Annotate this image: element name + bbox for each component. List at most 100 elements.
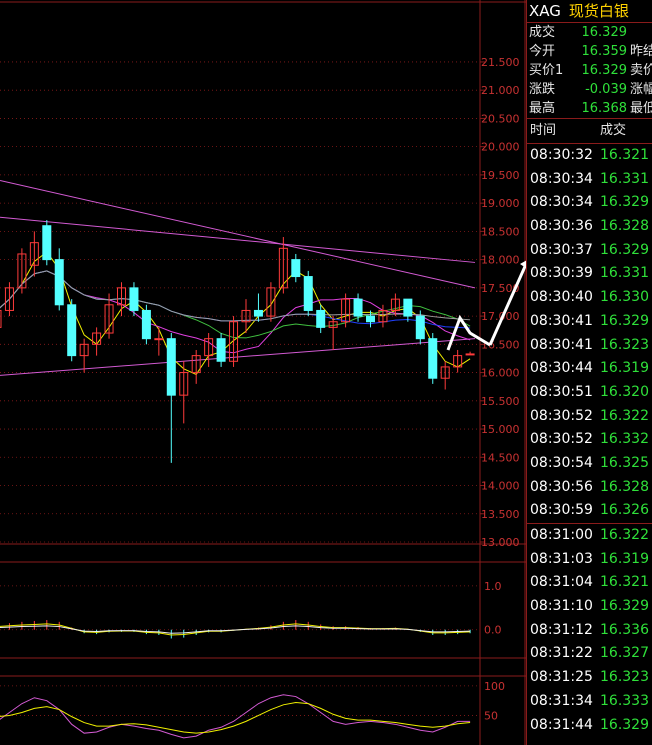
price-tick-label: 20.000 [481,141,520,154]
quote-label-2: 卖价 [630,63,652,78]
tick-time: 08:30:44 [530,360,593,377]
tick-row: 08:30:41 16.323 [527,334,652,358]
price-tick-label: 18.000 [481,254,520,267]
quote-value: -0.039 [585,82,627,97]
tick-price: 16.321 [600,574,649,591]
quote-label: 买价1 [529,63,564,78]
tick-time: 08:30:37 [530,241,593,258]
tick-price: 16.328 [600,218,649,235]
price-tick-label: 15.500 [481,395,520,408]
candle-down [129,287,139,311]
tick-row: 08:30:36 16.328 [527,215,652,239]
price-tick-label: 20.500 [481,112,520,125]
tick-time: 08:31:44 [530,716,593,733]
tick-row: 08:30:52 16.322 [527,405,652,429]
volume-layer [0,620,471,639]
tick-price: 16.328 [600,478,649,495]
price-tick-label: 19.000 [481,197,520,210]
tick-row: 08:31:34 16.333 [527,690,652,714]
tick-row: 08:31:04 16.321 [527,571,652,595]
tick-time: 08:30:41 [530,336,593,353]
candle-up [154,338,164,341]
tick-row: 08:30:32 16.321 [527,144,652,168]
price-tick-label: 16.500 [481,338,520,351]
tick-time: 08:30:54 [530,454,593,471]
tick-time: 08:31:25 [530,669,593,686]
quote-value: 16.329 [581,63,628,78]
tick-time: 08:31:34 [530,692,593,709]
tick-price: 16.329 [600,598,649,615]
tick-price: 16.336 [600,621,649,638]
candle-down [67,304,77,357]
price-tick-label: 19.500 [481,169,520,182]
tick-price: 16.331 [600,265,649,282]
quote-label: 今开 [529,44,556,59]
tick-row: 08:31:25 16.323 [527,666,652,690]
tick-time: 08:30:40 [530,289,593,306]
vol-line-white [0,625,471,634]
tick-time: 08:31:12 [530,621,593,638]
tick-row: 08:30:34 16.329 [527,191,652,215]
chart-svg: 21.500 21.000 20.500 20.000 19.500 19.000 18.5… [0,0,526,745]
tick-price: 16.322 [600,527,649,543]
candle-layer [0,220,475,463]
quote-label: 成交 [529,25,556,40]
tick-row: 08:30:39 16.331 [527,262,652,286]
candle-up [0,309,2,328]
tick-price: 16.320 [600,383,649,400]
quote-label-2: 涨幅 [630,82,652,97]
symbol-code: XAG [529,2,561,20]
quote-row: 今开 16.359昨结 [527,42,652,61]
price-tick-label: 14.500 [481,451,520,464]
chart-area: 21.500 21.000 20.500 20.000 19.500 19.000 18.5… [0,0,526,745]
tick-time: 08:30:41 [530,312,593,329]
quote-label-2: 最低 [630,101,652,116]
tick-price: 16.330 [600,289,649,306]
tick-price: 16.319 [600,360,649,377]
tick-row: 08:30:40 16.330 [527,286,652,310]
tick-time: 08:31:22 [530,645,593,662]
tick-time: 08:30:52 [530,431,593,448]
vol-tick-label: 1.0 [484,580,502,593]
tick-price: 16.319 [600,550,649,567]
price-tick-label: 18.500 [481,225,520,238]
tick-list[interactable]: 08:30:32 16.321 08:30:34 16.331 08:30:34 16.3… [527,144,652,737]
tick-time: 08:31:03 [530,550,593,567]
tick-row: 08:30:44 16.319 [527,357,652,381]
tick-row: 08:31:03 16.319 [527,548,652,572]
tick-time: 08:30:56 [530,478,593,495]
tick-time: 08:30:39 [530,265,593,282]
tick-price: 16.332 [600,431,649,448]
tick-price: 16.331 [600,170,649,187]
tick-row: 08:31:12 16.336 [527,619,652,643]
tick-row: 08:31:10 16.329 [527,595,652,619]
tick-row: 08:30:52 16.332 [527,428,652,452]
quote-label: 涨跌 [529,82,556,97]
price-tick-label: 16.000 [481,367,520,380]
candle-down [415,315,425,340]
quote-value: 16.368 [581,101,628,116]
tick-row: 08:30:54 16.325 [527,452,652,476]
tick-time: 08:30:36 [530,218,593,235]
tick-row: 08:30:34 16.331 [527,168,652,192]
symbol-name: 现货白银 [568,2,629,20]
tick-price: 16.322 [600,407,649,424]
tick-time: 08:31:10 [530,598,593,615]
candle-down [303,276,313,311]
quote-row: 涨跌 -0.039涨幅 [527,80,652,99]
osc-tick-label: 50 [484,709,498,722]
candle-down [428,338,438,379]
tick-time: 08:30:34 [530,194,593,211]
price-tick-label: 15.000 [481,423,520,436]
tick-time: 08:30:59 [530,502,593,519]
tick-row: 08:30:41 16.329 [527,310,652,334]
tick-row: 08:30:37 16.329 [527,239,652,263]
tick-time: 08:30:34 [530,170,593,187]
vol-tick-label: 0.0 [484,624,502,637]
tick-price: 16.333 [600,692,649,709]
candle-down [403,298,413,317]
tick-price: 16.323 [600,669,649,686]
tick-time: 08:30:51 [530,383,593,400]
tick-price: 16.327 [600,645,649,662]
quote-value: 16.329 [581,25,628,40]
